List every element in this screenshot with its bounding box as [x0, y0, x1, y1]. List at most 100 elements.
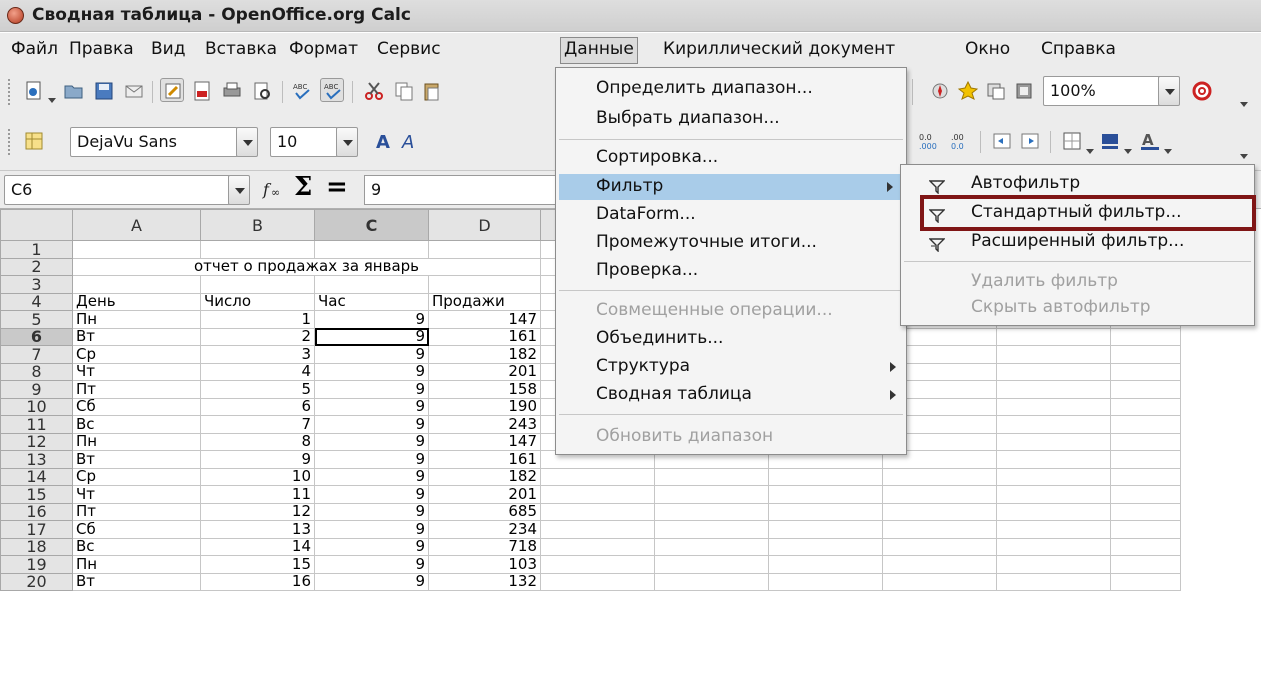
borders-icon[interactable] [1060, 129, 1084, 153]
cell-day[interactable]: Сб [72, 397, 201, 416]
equals-icon[interactable]: = [326, 172, 348, 202]
cell[interactable] [200, 240, 315, 259]
cell[interactable] [1110, 345, 1181, 364]
cell-value[interactable]: 9 [314, 380, 429, 399]
row-header[interactable]: 11 [0, 415, 73, 434]
cell-day[interactable]: Вс [72, 537, 201, 556]
paste-icon[interactable] [420, 79, 444, 103]
cell-value[interactable]: 182 [428, 345, 541, 364]
sum-icon[interactable]: Σ [294, 172, 312, 202]
name-box[interactable]: C6 [4, 175, 230, 205]
gallery-icon[interactable] [956, 79, 980, 103]
toolbar-grip[interactable] [8, 79, 12, 105]
font-name-field[interactable]: DejaVu Sans [70, 127, 238, 157]
cell[interactable] [540, 572, 655, 591]
row-header[interactable]: 16 [0, 502, 73, 521]
fx-icon[interactable]: f ∞ [262, 179, 290, 201]
cell-value[interactable]: 9 [314, 485, 429, 504]
cell-value[interactable]: 9 [314, 345, 429, 364]
zoom-field[interactable]: 100% [1043, 76, 1161, 106]
row-header[interactable]: 15 [0, 485, 73, 504]
toggle-view-icon[interactable] [1012, 79, 1036, 103]
cell[interactable] [654, 555, 769, 574]
zoom-dropdown-button[interactable] [1158, 76, 1180, 106]
menu-insert[interactable]: Вставка [202, 38, 280, 62]
cell[interactable] [1110, 432, 1181, 451]
row-header[interactable]: 12 [0, 432, 73, 451]
cell[interactable] [996, 572, 1111, 591]
cell[interactable] [768, 467, 883, 486]
spellcheck-icon[interactable]: ABC [290, 79, 314, 103]
cell-value[interactable]: 243 [428, 415, 541, 434]
new-dropdown-icon[interactable] [48, 89, 56, 103]
cell-day[interactable]: Пт [72, 380, 201, 399]
cell[interactable] [768, 502, 883, 521]
cell[interactable] [654, 537, 769, 556]
cell[interactable] [1110, 485, 1181, 504]
cell[interactable] [200, 275, 315, 294]
cell-value[interactable]: 4 [200, 362, 315, 381]
cell-value[interactable]: 9 [314, 520, 429, 539]
cell-value[interactable]: 8 [200, 432, 315, 451]
column-header-a[interactable]: A [72, 209, 201, 241]
cell-value[interactable]: 190 [428, 397, 541, 416]
menu-edit[interactable]: Правка [66, 38, 137, 62]
cell[interactable] [768, 485, 883, 504]
header-cell-day[interactable]: День [72, 292, 201, 311]
header-cell-number[interactable]: Число [200, 292, 315, 311]
cell[interactable] [882, 537, 997, 556]
cell-day[interactable]: Вт [72, 450, 201, 469]
decrease-indent-icon[interactable] [990, 129, 1014, 153]
cell[interactable] [996, 467, 1111, 486]
cell[interactable] [996, 397, 1111, 416]
menu-cyrillic-document[interactable]: Кириллический документ [660, 38, 898, 62]
cell[interactable] [996, 327, 1111, 346]
corner-cell[interactable] [0, 209, 73, 241]
row-header[interactable]: 20 [0, 572, 73, 591]
cell-day[interactable]: Чт [72, 362, 201, 381]
font-color-icon[interactable]: A [1138, 129, 1162, 153]
row-header[interactable]: 17 [0, 520, 73, 539]
cell[interactable] [540, 520, 655, 539]
menu-item-filter[interactable]: Фильтр [559, 174, 903, 200]
cell[interactable] [1110, 362, 1181, 381]
cell-value[interactable]: 9 [200, 450, 315, 469]
cell[interactable] [1110, 502, 1181, 521]
column-header-c[interactable]: C [314, 209, 429, 241]
cell[interactable] [1110, 520, 1181, 539]
row-header[interactable]: 2 [0, 257, 73, 276]
menu-item-hide-autofilter[interactable]: Скрыть автофильтр [901, 295, 1254, 321]
row-header[interactable]: 14 [0, 467, 73, 486]
cell[interactable] [882, 502, 997, 521]
cell[interactable] [1110, 537, 1181, 556]
menu-item-advanced-filter[interactable]: Расширенный фильтр... [901, 229, 1254, 255]
cell[interactable] [996, 537, 1111, 556]
cell-value[interactable]: 1 [200, 310, 315, 329]
cell-value[interactable]: 234 [428, 520, 541, 539]
cell[interactable] [1110, 467, 1181, 486]
cell[interactable] [314, 275, 429, 294]
row-header[interactable]: 7 [0, 345, 73, 364]
cell[interactable] [1110, 327, 1181, 346]
toolbar-grip[interactable] [8, 129, 12, 155]
cell-day[interactable]: Вт [72, 327, 201, 346]
cell-value[interactable]: 9 [314, 432, 429, 451]
cell[interactable] [996, 345, 1111, 364]
column-header-b[interactable]: B [200, 209, 315, 241]
cell[interactable] [768, 520, 883, 539]
cell-value[interactable]: 2 [200, 327, 315, 346]
row-header[interactable]: 10 [0, 397, 73, 416]
cell-value[interactable]: 7 [200, 415, 315, 434]
header-cell-hour[interactable]: Час [314, 292, 429, 311]
edit-file-icon[interactable] [160, 78, 184, 102]
email-icon[interactable] [122, 79, 146, 103]
cell-value[interactable]: 3 [200, 345, 315, 364]
menu-item-sort[interactable]: Сортировка... [556, 145, 906, 171]
cell[interactable] [996, 485, 1111, 504]
row-header[interactable]: 8 [0, 362, 73, 381]
cell[interactable] [654, 520, 769, 539]
cell-value[interactable]: 158 [428, 380, 541, 399]
menu-item-subtotals[interactable]: Промежуточные итоги... [556, 230, 906, 256]
cell-value[interactable]: 685 [428, 502, 541, 521]
new-document-icon[interactable] [22, 79, 46, 103]
